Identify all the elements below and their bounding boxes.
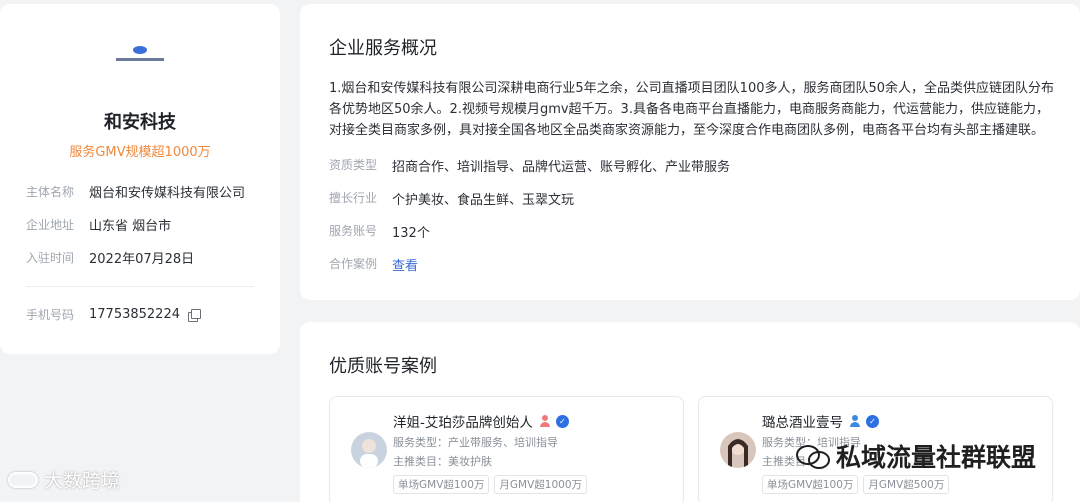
account-name: 璐总酒业壹号 bbox=[762, 415, 843, 431]
person-icon bbox=[539, 415, 551, 427]
case-card[interactable]: 洋姐-艾珀莎品牌创始人 ✓ 服务类型：产业带服务、培训指导 主推类目：美妆护肤 … bbox=[329, 396, 684, 502]
gmv-tag: 单场GMV超100万 bbox=[762, 475, 859, 494]
company-logo bbox=[112, 46, 168, 74]
watermark-left: 大数跨境 bbox=[8, 466, 120, 493]
view-cases-link[interactable]: 查看 bbox=[392, 255, 418, 274]
info-row-address: 企业地址 山东省 烟台市 bbox=[26, 218, 172, 234]
field-cases: 合作案例 查看 bbox=[329, 255, 419, 274]
company-profile-card: 和安科技 服务GMV规模超1000万 主体名称 烟台和安传媒科技有限公司 企业地… bbox=[0, 4, 280, 354]
company-name: 和安科技 bbox=[104, 112, 176, 133]
info-row-entity: 主体名称 烟台和安传媒科技有限公司 bbox=[26, 185, 246, 201]
account-name: 洋姐-艾珀莎品牌创始人 bbox=[393, 415, 533, 431]
field-accounts: 服务账号 132个 bbox=[329, 224, 430, 241]
overview-description: 1.烟台和安传媒科技有限公司深耕电商行业5年之余，公司直播项目团队100多人，服… bbox=[329, 81, 1055, 138]
field-qualification: 资质类型 招商合作、培训指导、品牌代运营、账号孵化、产业带服务 bbox=[329, 158, 731, 175]
verified-icon: ✓ bbox=[555, 414, 569, 428]
main-category: 主推类目：美妆护肤 bbox=[393, 455, 492, 468]
person-icon bbox=[849, 415, 861, 427]
gmv-tag: 月GMV超1000万 bbox=[494, 475, 588, 494]
avatar bbox=[351, 432, 387, 468]
info-row-phone: 手机号码 17753852224 bbox=[26, 306, 201, 323]
avatar bbox=[720, 432, 756, 468]
overview-title: 企业服务概况 bbox=[329, 38, 437, 59]
info-row-join-date: 入驻时间 2022年07月28日 bbox=[26, 251, 195, 267]
service-overview-card: 企业服务概况 1.烟台和安传媒科技有限公司深耕电商行业5年之余，公司直播项目团队… bbox=[300, 4, 1080, 300]
verified-icon: ✓ bbox=[866, 414, 879, 428]
service-type: 服务类型：产业带服务、培训指导 bbox=[393, 436, 558, 449]
divider bbox=[26, 286, 254, 287]
field-industry: 擅长行业 个护美妆、食品生鲜、玉翠文玩 bbox=[329, 191, 575, 208]
cases-title: 优质账号案例 bbox=[329, 356, 437, 377]
gmv-tag: 单场GMV超100万 bbox=[393, 475, 490, 494]
gmv-scale-tag: 服务GMV规模超1000万 bbox=[69, 145, 211, 160]
wechat-icon bbox=[796, 443, 830, 469]
quality-cases-card: 优质账号案例 洋姐-艾珀莎品牌创始人 ✓ 服务类型：产业带服务、培训指导 主推类… bbox=[300, 322, 1080, 502]
watermark-right: 私域流量社群联盟 bbox=[796, 438, 1036, 474]
watermark-logo-icon bbox=[8, 471, 38, 488]
gmv-tag: 月GMV超500万 bbox=[863, 475, 950, 494]
phone-number: 17753852224 bbox=[89, 307, 180, 322]
copy-icon[interactable] bbox=[187, 308, 201, 322]
